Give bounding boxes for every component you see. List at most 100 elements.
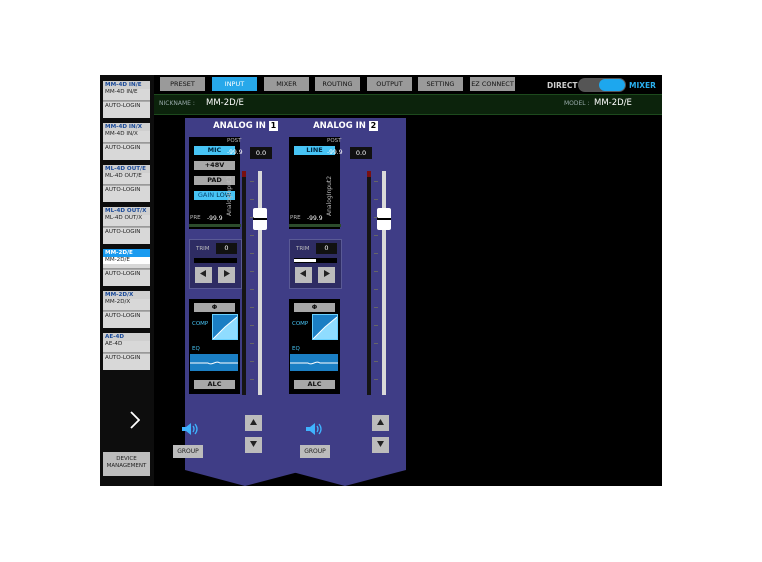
device-item-mm-2d-x[interactable]: MM-2D/X MM-2D/X AUTO-LOGIN — [103, 291, 150, 328]
device-status: AUTO-LOGIN — [103, 143, 150, 152]
post-level-box[interactable]: 0.0 — [250, 147, 272, 159]
device-management-button[interactable]: DEVICE MANAGEMENT — [103, 452, 150, 476]
device-title: ML-4D OUT/E — [103, 165, 150, 173]
group-button[interactable]: GROUP — [300, 445, 330, 458]
device-model: ML-4D OUT/E — [105, 173, 142, 179]
phantom-48v-button[interactable]: +48V — [194, 161, 235, 170]
trim-bar — [194, 258, 237, 263]
fader-knob[interactable] — [253, 208, 267, 230]
fader-scale-tick — [374, 361, 378, 362]
device-title: MM-2D/X — [103, 291, 150, 299]
trim-decrease-button[interactable] — [295, 267, 312, 283]
fader-scale-tick — [250, 235, 254, 236]
clip-indicator — [367, 171, 371, 177]
tab-input[interactable]: INPUT — [212, 77, 257, 91]
mode-mixer-label: MIXER — [629, 81, 656, 90]
fader-scale-tick — [250, 181, 254, 182]
fader-scale-tick — [374, 217, 378, 218]
fader-scale-tick — [250, 199, 254, 200]
phase-button[interactable]: Φ — [294, 303, 335, 312]
fader-scale-tick — [250, 379, 254, 380]
device-model: MM-2D/E — [103, 257, 150, 264]
device-title: MM-2D/E — [103, 249, 150, 257]
device-status: AUTO-LOGIN — [103, 353, 150, 362]
comp-curve-button[interactable] — [212, 314, 238, 340]
fader-scale-tick — [250, 361, 254, 362]
phase-button[interactable]: Φ — [194, 303, 235, 312]
device-title: MM-4D IN/X — [103, 123, 150, 131]
level-meter — [242, 171, 246, 395]
post-level-box[interactable]: 0.0 — [350, 147, 372, 159]
trim-value[interactable]: 0 — [316, 243, 337, 254]
fader-scale-tick — [250, 253, 254, 254]
fader-up-button[interactable] — [372, 415, 389, 431]
fader-track — [382, 171, 386, 395]
model-label: MODEL : — [564, 100, 590, 107]
mode-direct-label: DIRECT — [547, 81, 578, 90]
trim-value[interactable]: 0 — [216, 243, 237, 254]
group-button[interactable]: GROUP — [173, 445, 203, 458]
fader-up-button[interactable] — [245, 415, 262, 431]
device-item-mm-4d-in-e[interactable]: MM-4D IN/E MM-4D IN/E AUTO-LOGIN — [103, 81, 150, 118]
trim-bar-fill — [294, 259, 316, 262]
gain-label: GAIN — [197, 191, 215, 199]
level-meter — [367, 171, 371, 395]
channel-name[interactable]: AnalogInput1 — [226, 176, 233, 216]
eq-curve-button[interactable] — [190, 354, 238, 371]
device-model: ML-4D OUT/X — [105, 215, 143, 221]
fader-scale-tick — [374, 271, 378, 272]
fader-down-button[interactable] — [245, 437, 262, 453]
mode-toggle[interactable] — [578, 78, 626, 92]
alc-button[interactable]: ALC — [294, 380, 335, 389]
eq-label: EQ — [292, 346, 300, 352]
comp-label: COMP — [192, 321, 209, 327]
channel-strip-2: ANALOG IN 2 LINE PRE -99.9 POST -99.9 0.0… — [285, 118, 406, 486]
fader-scale-tick — [374, 289, 378, 290]
nickname-label: NICKNAME : — [159, 100, 195, 107]
tab-ez-connect[interactable]: EZ CONNECT — [470, 77, 515, 91]
device-item-ml-4d-out-e[interactable]: ML-4D OUT/E ML-4D OUT/E AUTO-LOGIN — [103, 165, 150, 202]
tab-routing[interactable]: ROUTING — [315, 77, 360, 91]
channel-title: ANALOG IN — [213, 121, 266, 131]
pre-label: PRE — [190, 215, 201, 221]
post-value: -99.9 — [227, 149, 243, 156]
device-sidebar: MM-4D IN/E MM-4D IN/E AUTO-LOGIN MM-4D I… — [100, 75, 154, 486]
model-value: MM-2D/E — [594, 98, 632, 108]
post-label: POST — [327, 138, 342, 144]
tab-output[interactable]: OUTPUT — [367, 77, 412, 91]
fader-down-button[interactable] — [372, 437, 389, 453]
toggle-knob — [599, 79, 625, 91]
device-info-bar: NICKNAME : MM-2D/E MODEL : MM-2D/E — [154, 94, 662, 115]
trim-label: TRIM — [296, 246, 310, 252]
fader-track — [258, 171, 262, 395]
speaker-icon[interactable] — [181, 422, 201, 436]
comp-curve-button[interactable] — [312, 314, 338, 340]
speaker-icon[interactable] — [305, 422, 325, 436]
device-status: AUTO-LOGIN — [103, 185, 150, 194]
chevron-right-icon[interactable] — [130, 410, 141, 434]
tab-mixer[interactable]: MIXER — [264, 77, 309, 91]
fader-scale-tick — [250, 271, 254, 272]
channel-name[interactable]: AnalogInput2 — [326, 176, 333, 216]
trim-decrease-button[interactable] — [195, 267, 212, 283]
trim-increase-button[interactable] — [318, 267, 335, 283]
device-model: AE-4D — [105, 341, 123, 347]
device-status: AUTO-LOGIN — [103, 311, 150, 320]
device-item-ae-4d[interactable]: AE-4D AE-4D AUTO-LOGIN — [103, 333, 150, 370]
pre-meter — [189, 224, 241, 227]
tab-setting[interactable]: SETTING — [418, 77, 463, 91]
trim-increase-button[interactable] — [218, 267, 235, 283]
eq-curve-button[interactable] — [290, 354, 338, 371]
device-item-mm-4d-in-x[interactable]: MM-4D IN/X MM-4D IN/X AUTO-LOGIN — [103, 123, 150, 160]
fader-knob[interactable] — [377, 208, 391, 230]
post-value: -99.9 — [327, 149, 343, 156]
alc-button[interactable]: ALC — [194, 380, 235, 389]
channel-title: ANALOG IN — [313, 121, 366, 131]
fader-scale-tick — [374, 379, 378, 380]
fader-scale-tick — [374, 181, 378, 182]
fader-scale-tick — [374, 307, 378, 308]
tab-preset[interactable]: PRESET — [160, 77, 205, 91]
device-item-ml-4d-out-x[interactable]: ML-4D OUT/X ML-4D OUT/X AUTO-LOGIN — [103, 207, 150, 244]
nickname-value[interactable]: MM-2D/E — [206, 98, 244, 108]
device-item-mm-2d-e[interactable]: MM-2D/E MM-2D/E AUTO-LOGIN — [103, 249, 150, 286]
